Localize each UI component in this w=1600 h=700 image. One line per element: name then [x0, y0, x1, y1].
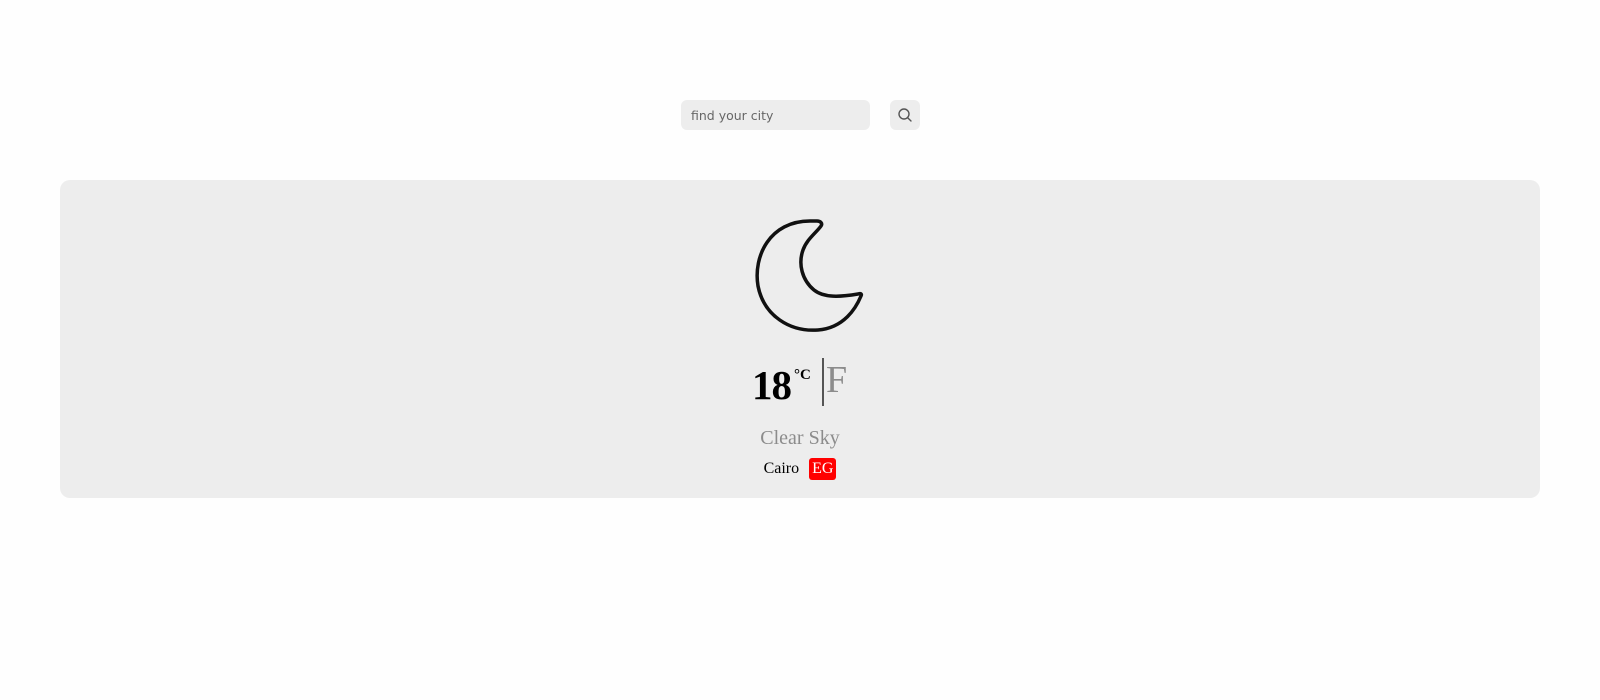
weather-card: 18 °C F Clear Sky Cairo EG	[60, 180, 1540, 498]
city-name: Cairo	[763, 460, 800, 477]
search-bar	[681, 100, 920, 130]
fahrenheit-unit-toggle[interactable]: F	[826, 358, 847, 402]
location-row: Cairo EG	[60, 458, 1540, 480]
crescent-moon-icon	[755, 219, 864, 332]
search-button[interactable]	[890, 100, 920, 130]
unit-divider	[822, 358, 824, 406]
search-icon	[898, 108, 912, 122]
city-search-input[interactable]	[681, 100, 870, 130]
country-code-badge: EG	[809, 458, 837, 480]
weather-condition: Clear Sky	[760, 427, 840, 449]
celsius-unit-toggle[interactable]: °C	[794, 366, 811, 384]
temperature-row: 18 °C F	[60, 358, 1540, 412]
temperature-value: 18	[752, 362, 792, 408]
